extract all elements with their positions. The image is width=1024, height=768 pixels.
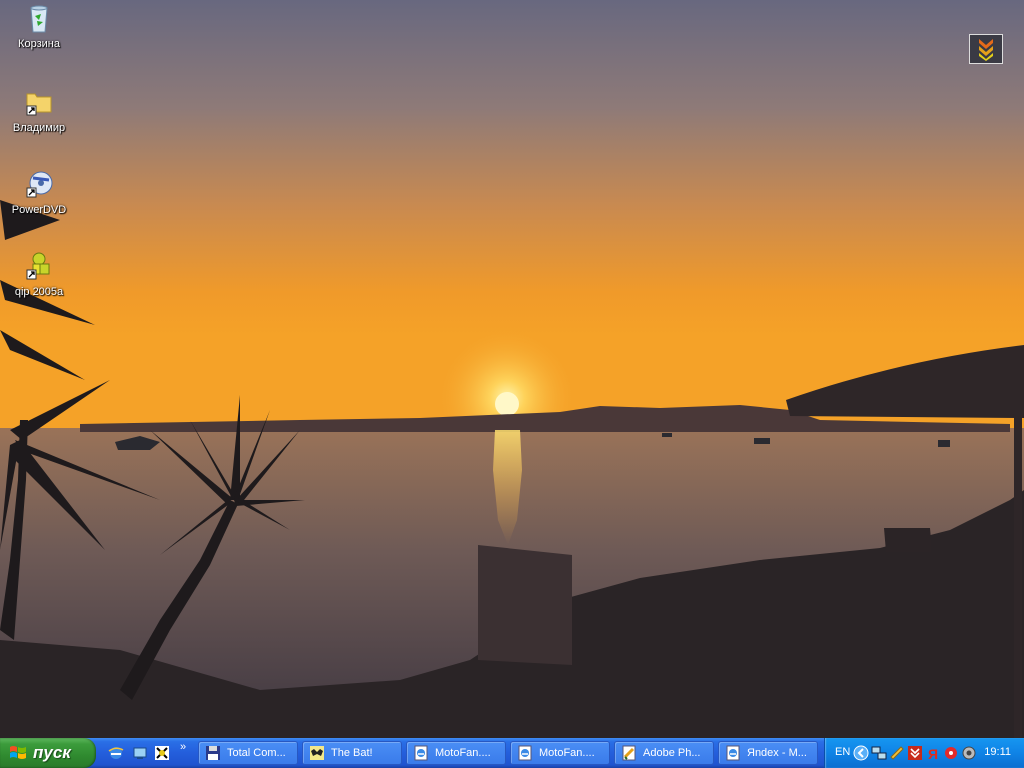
start-label: пуск — [33, 743, 71, 762]
desktop-icon-vladimir-folder[interactable]: Владимир — [4, 86, 74, 134]
recycle-bin-icon — [30, 5, 48, 33]
floppy-icon — [206, 746, 220, 760]
task-total-commander[interactable]: Total Com... — [198, 741, 298, 765]
folder-shortcut-icon — [26, 93, 52, 116]
task-label: Adobe Ph... — [643, 747, 701, 759]
powerdvd-icon — [26, 171, 53, 198]
taskbar: пуск » Total Com... The Bat! MotoFan....… — [0, 738, 1024, 768]
download-widget[interactable] — [969, 34, 1003, 64]
desktop-icon-qip[interactable]: qip 2005a — [4, 250, 74, 298]
download-arrows-icon[interactable] — [907, 745, 923, 761]
more-chevron-icon[interactable]: » — [180, 741, 186, 753]
desktop[interactable]: Корзина Владимир PowerDVD qip 2005a — [0, 0, 1024, 738]
bat-icon — [310, 746, 324, 760]
network-icon[interactable] — [871, 745, 887, 761]
system-tray: EN Я 19:11 — [824, 738, 1024, 768]
clock[interactable]: 19:11 — [984, 746, 1011, 758]
task-yandex[interactable]: Яndex - M... — [718, 741, 818, 765]
sunset-wallpaper — [0, 0, 1024, 738]
task-label: MotoFan.... — [435, 747, 491, 759]
task-motofan-2[interactable]: MotoFan.... — [510, 741, 610, 765]
tray-expand-icon[interactable] — [853, 745, 869, 761]
task-the-bat[interactable]: The Bat! — [302, 741, 402, 765]
task-label: The Bat! — [331, 747, 373, 759]
task-label: MotoFan.... — [539, 747, 595, 759]
task-adobe-photoshop[interactable]: Adobe Ph... — [614, 741, 714, 765]
flower-icon[interactable] — [943, 745, 959, 761]
task-label: Яndex - M... — [747, 747, 807, 759]
photoshop-icon — [622, 745, 636, 761]
language-indicator[interactable]: EN — [835, 746, 850, 758]
qip-icon — [26, 252, 50, 280]
app-icon[interactable] — [154, 745, 170, 761]
svg-text:Я: Я — [928, 746, 938, 761]
windows-flag-icon — [10, 746, 26, 759]
desktop-icon-label: Владимир — [12, 122, 66, 134]
tray-app-icon[interactable] — [889, 745, 905, 761]
task-label: Total Com... — [227, 747, 286, 759]
speaker-icon[interactable] — [961, 745, 977, 761]
download-arrows-icon — [979, 39, 993, 61]
desktop-icon-label: qip 2005a — [14, 286, 64, 298]
task-motofan-1[interactable]: MotoFan.... — [406, 741, 506, 765]
ie-page-icon — [726, 745, 740, 761]
start-button[interactable]: пуск — [0, 738, 96, 768]
desktop-icon-label: PowerDVD — [11, 204, 67, 216]
desktop-icon-recycle-bin[interactable]: Корзина — [4, 2, 74, 50]
ie-page-icon — [414, 745, 428, 761]
ie-icon[interactable] — [108, 745, 124, 761]
desktop-icon-label: Корзина — [18, 38, 60, 50]
ie-page-icon — [518, 745, 532, 761]
quick-launch: » — [104, 738, 194, 768]
desktop-icon-powerdvd[interactable]: PowerDVD — [4, 168, 74, 216]
show-desktop-icon[interactable] — [132, 745, 148, 761]
yandex-icon[interactable]: Я — [925, 745, 941, 761]
